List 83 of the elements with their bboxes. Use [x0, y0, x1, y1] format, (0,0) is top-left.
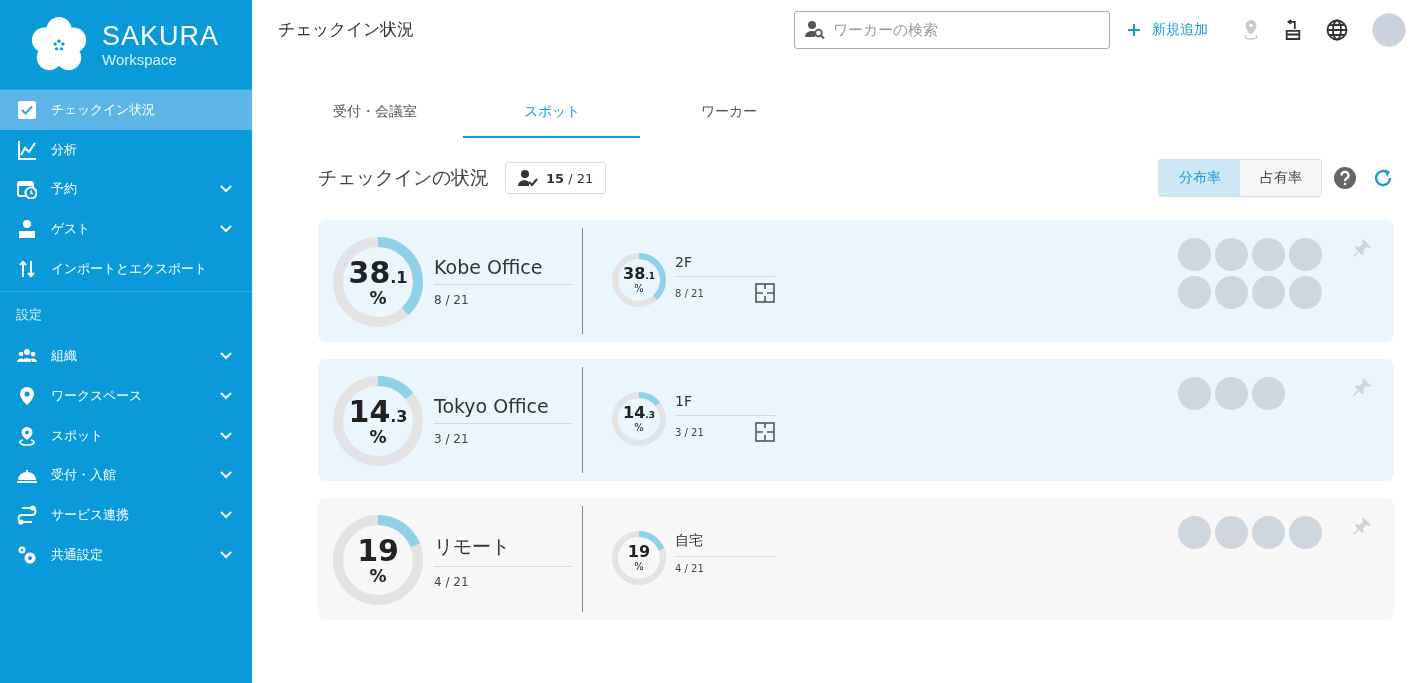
- updown-icon: [17, 258, 37, 279]
- zone-checkin-count: 3 / 21: [675, 426, 704, 438]
- nav-item[interactable]: サービス連携: [0, 495, 252, 535]
- checkin-count: 4 / 21: [434, 575, 470, 589]
- nav-item[interactable]: 分析: [0, 129, 252, 170]
- search-field[interactable]: ワーカーの検索: [794, 11, 1110, 49]
- chevron-down-icon: [220, 185, 232, 194]
- nav-item[interactable]: ゲスト: [0, 209, 252, 249]
- nav-item[interactable]: 受付・入館: [0, 455, 252, 496]
- location-name: Kobe Office: [434, 256, 572, 285]
- tray-arrow-icon[interactable]: [1284, 19, 1302, 41]
- nav-item[interactable]: 予約: [0, 169, 252, 210]
- photo-placeholder: [1215, 238, 1248, 271]
- user-check-icon: [518, 169, 538, 187]
- globe-icon[interactable]: [1326, 19, 1348, 41]
- brand-name: SAKURA: [102, 21, 220, 51]
- nav-item[interactable]: インポートとエクスポート: [0, 248, 252, 289]
- tab[interactable]: スポット: [463, 88, 640, 138]
- settings-heading: 設定: [15, 306, 43, 325]
- photo-placeholder: [1178, 377, 1211, 410]
- chevron-down-icon: [220, 352, 232, 361]
- guest-icon: [17, 218, 37, 239]
- photo-placeholder: [1252, 516, 1285, 549]
- section-title: チェックインの状況: [318, 165, 489, 190]
- photo-placeholder: [1289, 276, 1322, 309]
- calendar-icon: [17, 179, 37, 200]
- checkin-count: 3 / 21: [434, 432, 470, 446]
- photo-placeholder: [1178, 276, 1211, 309]
- photo-placeholder: [1252, 276, 1285, 309]
- chevron-down-icon: [220, 391, 232, 400]
- chevron-down-icon: [220, 224, 232, 233]
- zone-occupancy-gauge: 19 %: [611, 530, 667, 586]
- nav-item[interactable]: 共通設定: [0, 534, 252, 575]
- chevron-down-icon: [220, 511, 232, 520]
- plus-icon: [1128, 24, 1140, 36]
- location-name: リモート: [434, 534, 572, 567]
- gears-icon: [17, 544, 37, 565]
- chevron-down-icon: [220, 431, 232, 440]
- location-icon[interactable]: [1242, 19, 1260, 41]
- photo-placeholder: [1289, 516, 1322, 549]
- occupancy-gauge: 19 %: [332, 514, 424, 606]
- floor-plan-icon[interactable]: [755, 283, 775, 303]
- zone-checkin-count: 4 / 21: [675, 563, 704, 574]
- zone-occupancy-gauge: 38.1 %: [611, 252, 667, 308]
- chevron-down-icon: [220, 471, 232, 480]
- chevron-down-icon: [220, 550, 232, 559]
- link-icon: [17, 505, 37, 526]
- occupancy-gauge: 14.3 %: [332, 375, 424, 467]
- checkin-count: 8 / 21: [434, 293, 470, 307]
- photo-placeholder: [1215, 516, 1248, 549]
- photo-placeholder: [1252, 377, 1285, 410]
- zone-checkin-count: 8 / 21: [675, 287, 704, 299]
- tab[interactable]: 受付・会議室: [286, 88, 463, 138]
- occupancy-gauge: 38.1 %: [332, 236, 424, 328]
- zone-name: 自宅: [675, 530, 775, 557]
- view-toggle-button[interactable]: 占有率: [1240, 160, 1321, 196]
- check-icon: [17, 99, 37, 120]
- pin-icon: [17, 385, 37, 406]
- refresh-icon[interactable]: [1372, 167, 1394, 189]
- floor-plan-icon[interactable]: [755, 422, 775, 442]
- zone-name: 1F: [675, 391, 775, 416]
- photo-placeholder: [1215, 377, 1248, 410]
- add-new-button[interactable]: 新規追加: [1124, 17, 1212, 43]
- photo-placeholder: [1215, 276, 1248, 309]
- page-title: チェックイン状況: [278, 17, 415, 41]
- help-icon[interactable]: [1334, 167, 1356, 189]
- checkin-count: 15 / 21: [546, 170, 594, 186]
- view-toggle-button[interactable]: 分布率: [1159, 160, 1240, 196]
- tab[interactable]: ワーカー: [640, 88, 817, 138]
- chart-icon: [17, 139, 37, 160]
- photo-placeholder: [1178, 238, 1211, 271]
- location-name: Tokyo Office: [434, 395, 572, 424]
- photo-placeholder: [1252, 238, 1285, 271]
- nav-item[interactable]: ワークスペース: [0, 376, 252, 416]
- photo-placeholder: [1289, 238, 1322, 271]
- photo-placeholder: [1178, 516, 1211, 549]
- brand-subtitle: Workspace: [102, 51, 178, 68]
- spot-icon: [17, 425, 37, 446]
- nav-item[interactable]: チェックイン状況: [0, 90, 252, 130]
- zone-occupancy-gauge: 14.3 %: [611, 391, 667, 447]
- nav-item[interactable]: 組織: [0, 336, 252, 377]
- zone-name: 2F: [675, 252, 775, 277]
- nav-item[interactable]: スポット: [0, 415, 252, 456]
